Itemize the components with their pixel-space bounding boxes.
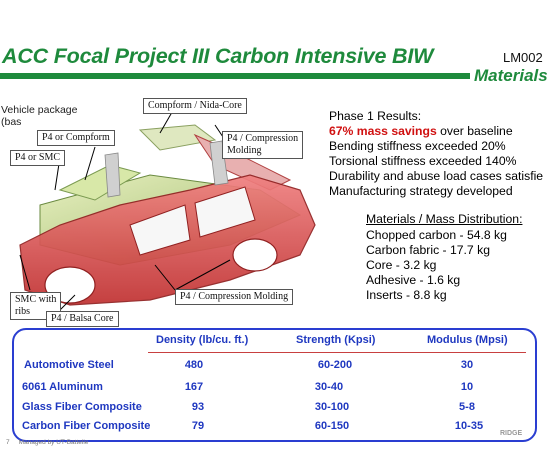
mass-savings-highlight: 67% mass savings	[329, 124, 437, 138]
mass-distribution-item: Core - 3.2 kg	[366, 258, 437, 272]
slide-title: ACC Focal Project III Carbon Intensive B…	[2, 44, 434, 68]
table-row-label: Automotive Steel	[24, 359, 114, 371]
table-cell-strength: 60-200	[317, 359, 353, 371]
table-cell-density: 167	[184, 381, 204, 393]
table-header-strength: Strength (Kpsi)	[296, 334, 376, 346]
table-cell-strength: 60-150	[314, 420, 350, 432]
footer: 7 Managed by UT-Battelle	[6, 439, 88, 446]
table-row-label: Carbon Fiber Composite	[22, 420, 151, 432]
results-item: Bending stiffness exceeded 20%	[329, 139, 506, 153]
table-cell-modulus: 5-8	[459, 401, 475, 413]
results-item: Manufacturing strategy developed	[329, 184, 513, 198]
table-header-modulus: Modulus (Mpsi)	[427, 334, 508, 346]
table-row-label: 6061 Aluminum	[22, 381, 103, 393]
table-cell-modulus: 10	[460, 381, 474, 393]
managed-by: Managed by UT-Battelle	[18, 439, 89, 446]
table-cell-modulus: 10-35	[454, 420, 484, 432]
results-item: Durability and abuse load cases satisfie	[329, 169, 544, 183]
table-cell-strength: 30-40	[314, 381, 344, 393]
mass-distribution-heading: Materials / Mass Distribution:	[366, 212, 523, 226]
callout-p4-smc: P4 or SMC	[10, 150, 66, 166]
mass-distribution-item: Adhesive - 1.6 kg	[366, 273, 461, 287]
mass-distribution-item: Chopped carbon - 54.8 kg	[366, 228, 507, 242]
mass-distribution-item: Inserts - 8.8 kg	[366, 288, 447, 302]
callout-p4-compression-line1: P4 / Compression	[227, 133, 299, 144]
results-heading: Phase 1 Results:	[329, 109, 422, 123]
table-cell-strength: 30-100	[314, 401, 350, 413]
page-number: 7	[6, 439, 10, 446]
table-cell-density: 93	[191, 401, 205, 413]
callout-p4-compression: P4 / Compression Molding	[222, 131, 304, 159]
ornl-logo: RIDGE	[500, 430, 523, 437]
slide-subtitle: Materials	[474, 66, 548, 85]
callout-p4-compression-molding: P4 / Compression Molding	[175, 289, 294, 305]
callout-p4-compression-line2: Molding	[227, 145, 262, 156]
table-header-density: Density (lb/cu. ft.)	[156, 334, 249, 346]
table-cell-modulus: 30	[460, 359, 474, 371]
callout-p4-compform: P4 or Compform	[37, 130, 115, 146]
callout-compform-nida: Compform / Nida-Core	[143, 98, 247, 114]
results-item: Torsional stiffness exceeded 140%	[329, 154, 517, 168]
table-cell-density: 480	[184, 359, 204, 371]
mass-savings-rest: over baseline	[436, 124, 513, 138]
results-mass-savings: 67% mass savings over baseline	[329, 124, 513, 138]
title-rule	[0, 73, 470, 79]
mass-distribution-item: Carbon fabric - 17.7 kg	[366, 243, 490, 257]
table-header-rule	[148, 352, 526, 353]
table-cell-density: 79	[191, 420, 205, 432]
callout-smc-ribs-line1: SMC with	[15, 294, 57, 305]
callout-p4-balsa: P4 / Balsa Core	[46, 311, 119, 327]
slide-code: LM002	[503, 50, 543, 65]
table-row-label: Glass Fiber Composite	[22, 401, 142, 413]
